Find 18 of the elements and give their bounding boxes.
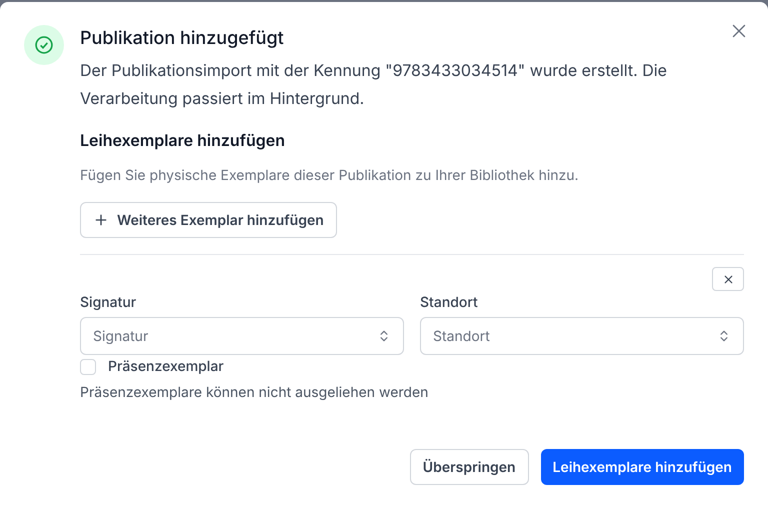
field-label: Standort [420,293,479,313]
dialog-message: Der Publikationsimport mit der Kennung "9783433034514" wurde erstellt. Die Verarbeitung passiert im Hintergrund. [80,59,668,110]
select-field[interactable]: Signatur [80,317,404,355]
checkbox-label: Präsenzexemplar [108,357,224,377]
plus-icon [93,212,109,228]
select-field[interactable]: Standort [420,317,744,355]
submit-button[interactable]: Leihexemplare hinzufügen [540,449,744,485]
skip-button[interactable]: Überspringen [410,449,529,485]
checkbox-hint: Präsenzexemplare können nicht ausgeliehen werden [80,383,430,403]
section-title: Leihexemplare hinzufügen [80,129,286,152]
remove-copy-button[interactable] [712,267,744,291]
close-icon [722,272,734,286]
dialog-title: Publikation hinzugefügt [80,27,284,51]
field-label: Signatur [80,293,138,313]
add-copy-button[interactable]: Weiteres Exemplar hinzufügen [80,202,337,238]
success-icon [24,25,64,65]
checkbox[interactable] [80,359,96,375]
section-description: Fügen Sie physische Exemplare dieser Publikation zu Ihrer Bibliothek hinzu. [80,166,580,186]
